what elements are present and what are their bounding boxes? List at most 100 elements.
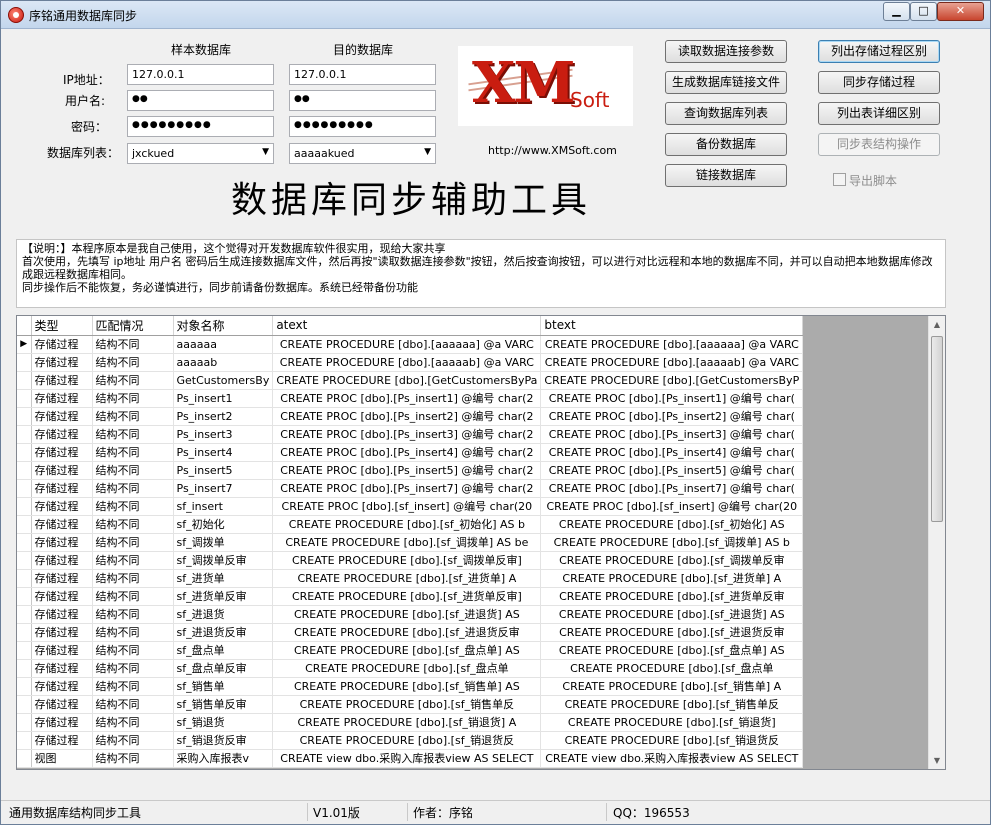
- cell-object-name[interactable]: 采购入库报表v: [173, 749, 274, 768]
- cell-type[interactable]: 存储过程: [31, 659, 93, 678]
- cell-object-name[interactable]: sf_销退货: [173, 713, 274, 732]
- cell-atext[interactable]: CREATE view dbo.采购入库报表view AS SELECT: [272, 749, 542, 768]
- cell-match[interactable]: 结构不同: [92, 353, 174, 372]
- cell-type[interactable]: 存储过程: [31, 389, 93, 408]
- table-row[interactable]: 视图 结构不同 采购入库报表v CREATE view dbo.采购入库报表view …: [17, 749, 804, 768]
- cell-match[interactable]: 结构不同: [92, 731, 174, 750]
- cell-object-name[interactable]: Ps_insert1: [173, 389, 274, 408]
- table-row[interactable]: 存储过程 结构不同 sf_初始化 CREATE PROCEDURE [dbo].[sf…: [17, 515, 804, 534]
- table-row[interactable]: 存储过程 结构不同 GetCustomersBy CREATE PROCEDURE […: [17, 371, 804, 390]
- cell-type[interactable]: 存储过程: [31, 605, 93, 624]
- cell-object-name[interactable]: Ps_insert5: [173, 461, 274, 480]
- cell-object-name[interactable]: sf_进货单: [173, 569, 274, 588]
- row-selector[interactable]: ▶: [17, 335, 32, 354]
- cell-btext[interactable]: CREATE PROCEDURE [dbo].[aaaaab] @a VARC: [540, 353, 804, 372]
- cell-type[interactable]: 存储过程: [31, 731, 93, 750]
- table-row[interactable]: 存储过程 结构不同 sf_盘点单 CREATE PROCEDURE [dbo].[sf…: [17, 641, 804, 660]
- cell-object-name[interactable]: GetCustomersBy: [173, 371, 274, 390]
- scroll-down-icon[interactable]: ▼: [929, 752, 945, 769]
- cell-btext[interactable]: CREATE view dbo.采购入库报表view AS SELECT: [540, 749, 804, 768]
- row-selector[interactable]: [17, 425, 32, 444]
- cell-object-name[interactable]: sf_调拨单: [173, 533, 274, 552]
- cell-object-name[interactable]: sf_销退货反审: [173, 731, 274, 750]
- cell-btext[interactable]: CREATE PROCEDURE [dbo].[sf_销售单] A: [540, 677, 804, 696]
- cell-match[interactable]: 结构不同: [92, 335, 174, 354]
- cell-btext[interactable]: CREATE PROCEDURE [dbo].[sf_调拨单] AS b: [540, 533, 804, 552]
- cell-btext[interactable]: CREATE PROC [dbo].[sf_insert] @编号 char(2…: [540, 497, 804, 516]
- table-row[interactable]: ▶ 存储过程 结构不同 aaaaaa CREATE PROCEDURE [dbo].[a…: [17, 335, 804, 354]
- cell-btext[interactable]: CREATE PROCEDURE [dbo].[sf_进退货反审: [540, 623, 804, 642]
- table-row[interactable]: 存储过程 结构不同 sf_销退货反审 CREATE PROCEDURE [dbo].[…: [17, 731, 804, 750]
- table-row[interactable]: 存储过程 结构不同 sf_进货单 CREATE PROCEDURE [dbo].[sf…: [17, 569, 804, 588]
- cell-match[interactable]: 结构不同: [92, 623, 174, 642]
- target-ip-field[interactable]: 127.0.0.1: [289, 64, 436, 85]
- target-db-select[interactable]: aaaaakued ▼: [289, 143, 436, 164]
- table-row[interactable]: 存储过程 结构不同 sf_调拨单反审 CREATE PROCEDURE [dbo].[…: [17, 551, 804, 570]
- cell-match[interactable]: 结构不同: [92, 659, 174, 678]
- row-selector[interactable]: [17, 713, 32, 732]
- cell-btext[interactable]: CREATE PROCEDURE [dbo].[aaaaaa] @a VARC: [540, 335, 804, 354]
- row-selector[interactable]: [17, 731, 32, 750]
- gen-conn-file-button[interactable]: 生成数据库链接文件: [665, 71, 787, 94]
- cell-match[interactable]: 结构不同: [92, 371, 174, 390]
- cell-match[interactable]: 结构不同: [92, 479, 174, 498]
- cell-btext[interactable]: CREATE PROCEDURE [dbo].[GetCustomersByP: [540, 371, 804, 390]
- table-row[interactable]: 存储过程 结构不同 sf_进退货反审 CREATE PROCEDURE [dbo].[…: [17, 623, 804, 642]
- column-header-btext[interactable]: btext: [540, 316, 804, 336]
- cell-type[interactable]: 存储过程: [31, 551, 93, 570]
- cell-type[interactable]: 存储过程: [31, 533, 93, 552]
- cell-object-name[interactable]: aaaaaa: [173, 335, 274, 354]
- cell-type[interactable]: 存储过程: [31, 569, 93, 588]
- sync-table-struct-button[interactable]: 同步表结构操作: [818, 133, 940, 156]
- cell-object-name[interactable]: sf_初始化: [173, 515, 274, 534]
- cell-match[interactable]: 结构不同: [92, 695, 174, 714]
- table-row[interactable]: 存储过程 结构不同 Ps_insert5 CREATE PROC [dbo].[Ps_…: [17, 461, 804, 480]
- cell-atext[interactable]: CREATE PROCEDURE [dbo].[aaaaaa] @a VARC: [272, 335, 542, 354]
- cell-atext[interactable]: CREATE PROC [dbo].[Ps_insert1] @编号 char(…: [272, 389, 542, 408]
- cell-atext[interactable]: CREATE PROCEDURE [dbo].[sf_进退货] AS: [272, 605, 542, 624]
- table-row[interactable]: 存储过程 结构不同 aaaaab CREATE PROCEDURE [dbo].[aa…: [17, 353, 804, 372]
- row-selector[interactable]: [17, 443, 32, 462]
- cell-btext[interactable]: CREATE PROCEDURE [dbo].[sf_盘点单] AS: [540, 641, 804, 660]
- row-selector[interactable]: [17, 353, 32, 372]
- row-selector[interactable]: [17, 551, 32, 570]
- table-row[interactable]: 存储过程 结构不同 sf_调拨单 CREATE PROCEDURE [dbo].[sf…: [17, 533, 804, 552]
- row-selector[interactable]: [17, 533, 32, 552]
- cell-object-name[interactable]: sf_insert: [173, 497, 274, 516]
- cell-atext[interactable]: CREATE PROCEDURE [dbo].[sf_调拨单反审]: [272, 551, 542, 570]
- cell-btext[interactable]: CREATE PROCEDURE [dbo].[sf_销退货]: [540, 713, 804, 732]
- cell-object-name[interactable]: sf_进货单反审: [173, 587, 274, 606]
- table-row[interactable]: 存储过程 结构不同 Ps_insert2 CREATE PROC [dbo].[Ps_…: [17, 407, 804, 426]
- cell-atext[interactable]: CREATE PROC [dbo].[Ps_insert5] @编号 char(…: [272, 461, 542, 480]
- cell-object-name[interactable]: Ps_insert4: [173, 443, 274, 462]
- row-selector[interactable]: [17, 461, 32, 480]
- cell-atext[interactable]: CREATE PROCEDURE [dbo].[sf_销退货反: [272, 731, 542, 750]
- table-row[interactable]: 存储过程 结构不同 sf_销售单 CREATE PROCEDURE [dbo].[sf…: [17, 677, 804, 696]
- title-bar[interactable]: 序铭通用数据库同步 ▁ □ ✕: [1, 1, 990, 29]
- cell-btext[interactable]: CREATE PROCEDURE [dbo].[sf_调拨单反审: [540, 551, 804, 570]
- table-row[interactable]: 存储过程 结构不同 sf_进退货 CREATE PROCEDURE [dbo].[sf…: [17, 605, 804, 624]
- cell-type[interactable]: 存储过程: [31, 515, 93, 534]
- row-selector[interactable]: [17, 389, 32, 408]
- minimize-button[interactable]: ▁: [883, 2, 910, 21]
- column-header-type[interactable]: 类型: [31, 316, 93, 336]
- cell-type[interactable]: 存储过程: [31, 497, 93, 516]
- cell-object-name[interactable]: Ps_insert7: [173, 479, 274, 498]
- sync-sp-button[interactable]: 同步存储过程: [818, 71, 940, 94]
- table-row[interactable]: 存储过程 结构不同 sf_销退货 CREATE PROCEDURE [dbo].[sf…: [17, 713, 804, 732]
- target-password-field[interactable]: ●●●●●●●●●: [289, 116, 436, 137]
- cell-btext[interactable]: CREATE PROC [dbo].[Ps_insert4] @编号 char(: [540, 443, 804, 462]
- cell-btext[interactable]: CREATE PROC [dbo].[Ps_insert5] @编号 char(: [540, 461, 804, 480]
- cell-atext[interactable]: CREATE PROC [dbo].[Ps_insert2] @编号 char(…: [272, 407, 542, 426]
- table-row[interactable]: 存储过程 结构不同 sf_insert CREATE PROC [dbo].[sf_i…: [17, 497, 804, 516]
- read-conn-params-button[interactable]: 读取数据连接参数: [665, 40, 787, 63]
- cell-type[interactable]: 存储过程: [31, 443, 93, 462]
- cell-type[interactable]: 存储过程: [31, 479, 93, 498]
- cell-object-name[interactable]: Ps_insert3: [173, 425, 274, 444]
- cell-type[interactable]: 存储过程: [31, 407, 93, 426]
- cell-match[interactable]: 结构不同: [92, 533, 174, 552]
- cell-atext[interactable]: CREATE PROC [dbo].[Ps_insert7] @编号 char(…: [272, 479, 542, 498]
- cell-type[interactable]: 存储过程: [31, 335, 93, 354]
- cell-type[interactable]: 存储过程: [31, 677, 93, 696]
- cell-atext[interactable]: CREATE PROC [dbo].[sf_insert] @编号 char(2…: [272, 497, 542, 516]
